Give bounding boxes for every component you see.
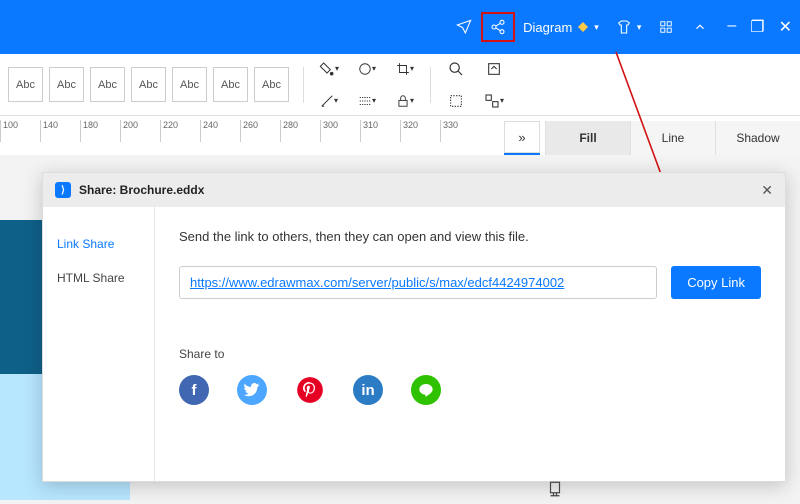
ruler-tick: 260	[240, 120, 280, 142]
right-panel-tabs: Fill Line Shadow	[545, 121, 800, 155]
separator	[303, 67, 304, 103]
replace-button[interactable]	[483, 58, 505, 80]
tab-shadow[interactable]: Shadow	[715, 121, 800, 155]
line-style-button[interactable]: ▾	[356, 90, 378, 112]
line-icon[interactable]	[411, 375, 441, 405]
sidebar-item-html-share[interactable]: HTML Share	[43, 261, 154, 295]
chevron-down-icon: ▾	[594, 22, 599, 33]
dialog-sidebar: Link Share HTML Share	[43, 207, 155, 481]
ruler-tick: 220	[160, 120, 200, 142]
tshirt-icon	[615, 18, 633, 36]
linkedin-icon[interactable]: in	[353, 375, 383, 405]
share-button[interactable]	[481, 12, 515, 42]
copy-link-button[interactable]: Copy Link	[671, 266, 761, 299]
ribbon-toolbar: Abc Abc Abc Abc Abc Abc Abc ▾ ▾ ▾ ▾ ▾ ▾ …	[0, 54, 800, 116]
share-icon	[489, 18, 507, 36]
ruler-tick: 310	[360, 120, 400, 142]
ruler-tick: 300	[320, 120, 360, 142]
diagram-menu[interactable]: Diagram ▾	[515, 12, 607, 42]
dialog-header: ⟩ Share: Brochure.eddx ✕	[43, 173, 785, 207]
ruler-tick: 330	[440, 120, 480, 142]
share-hint: Send the link to others, then they can o…	[179, 229, 761, 244]
ruler-tick: 280	[280, 120, 320, 142]
ruler-tick: 140	[40, 120, 80, 142]
ruler-tick: 180	[80, 120, 120, 142]
close-button[interactable]: ✕	[779, 17, 792, 37]
format-tools: ▾ ▾ ▾ ▾ ▾ ▾	[318, 58, 416, 112]
maximize-button[interactable]: ❐	[750, 17, 764, 37]
twitter-icon[interactable]	[237, 375, 267, 405]
chevron-up-icon	[691, 18, 709, 36]
share-to-label: Share to	[179, 347, 761, 361]
dialog-close-button[interactable]: ✕	[761, 182, 773, 199]
lock-button[interactable]: ▾	[394, 90, 416, 112]
style-preset[interactable]: Abc	[90, 67, 125, 102]
style-preset[interactable]: Abc	[8, 67, 43, 102]
sidebar-item-link-share[interactable]: Link Share	[43, 227, 154, 261]
tab-fill[interactable]: Fill	[545, 121, 630, 155]
dialog-body: Link Share HTML Share Send the link to o…	[43, 207, 785, 481]
dialog-title: Share: Brochure.eddx	[79, 183, 204, 197]
search-button[interactable]	[445, 58, 467, 80]
ruler-tick: 240	[200, 120, 240, 142]
minimize-button[interactable]: –	[727, 17, 736, 37]
fill-color-button[interactable]: ▾	[318, 58, 340, 80]
social-row: f in	[179, 375, 761, 405]
shape-outline-button[interactable]: ▾	[356, 58, 378, 80]
tab-line[interactable]: Line	[630, 121, 715, 155]
crop-button[interactable]: ▾	[394, 58, 416, 80]
send-icon	[455, 18, 473, 36]
style-preset[interactable]: Abc	[49, 67, 84, 102]
diagram-label: Diagram	[523, 20, 572, 35]
ruler-tick: 200	[120, 120, 160, 142]
window-controls: – ❐ ✕	[727, 17, 792, 37]
style-preset[interactable]: Abc	[172, 67, 207, 102]
style-preset[interactable]: Abc	[131, 67, 166, 102]
style-preset[interactable]: Abc	[213, 67, 248, 102]
chevron-down-icon: ▾	[637, 22, 642, 33]
apps-menu[interactable]	[649, 12, 683, 42]
link-row: https://www.edrawmax.com/server/public/s…	[179, 266, 761, 299]
tshirt-menu[interactable]: ▾	[607, 12, 650, 42]
grid-icon	[657, 18, 675, 36]
app-titlebar: Diagram ▾ ▾ – ❐ ✕	[0, 0, 800, 54]
horizontal-ruler: 100 140 180 200 220 240 260 280 300 310 …	[0, 120, 520, 142]
layers-icon[interactable]	[546, 480, 564, 498]
send-button[interactable]	[447, 12, 481, 42]
diamond-icon	[576, 18, 590, 36]
view-tools: ▾	[445, 58, 505, 112]
panel-toggle[interactable]: »	[504, 121, 540, 153]
ruler-tick: 320	[400, 120, 440, 142]
app-logo-icon: ⟩	[55, 182, 71, 198]
style-preset[interactable]: Abc	[254, 67, 289, 102]
line-color-button[interactable]: ▾	[318, 90, 340, 112]
group-button[interactable]: ▾	[483, 90, 505, 112]
dialog-main: Send the link to others, then they can o…	[155, 207, 785, 481]
select-button[interactable]	[445, 90, 467, 112]
ruler-tick: 100	[0, 120, 40, 142]
facebook-icon[interactable]: f	[179, 375, 209, 405]
share-link-field[interactable]: https://www.edrawmax.com/server/public/s…	[179, 266, 657, 299]
pinterest-icon[interactable]	[295, 375, 325, 405]
share-dialog: ⟩ Share: Brochure.eddx ✕ Link Share HTML…	[42, 172, 786, 482]
collapse-panel[interactable]	[683, 12, 717, 42]
separator	[430, 67, 431, 103]
